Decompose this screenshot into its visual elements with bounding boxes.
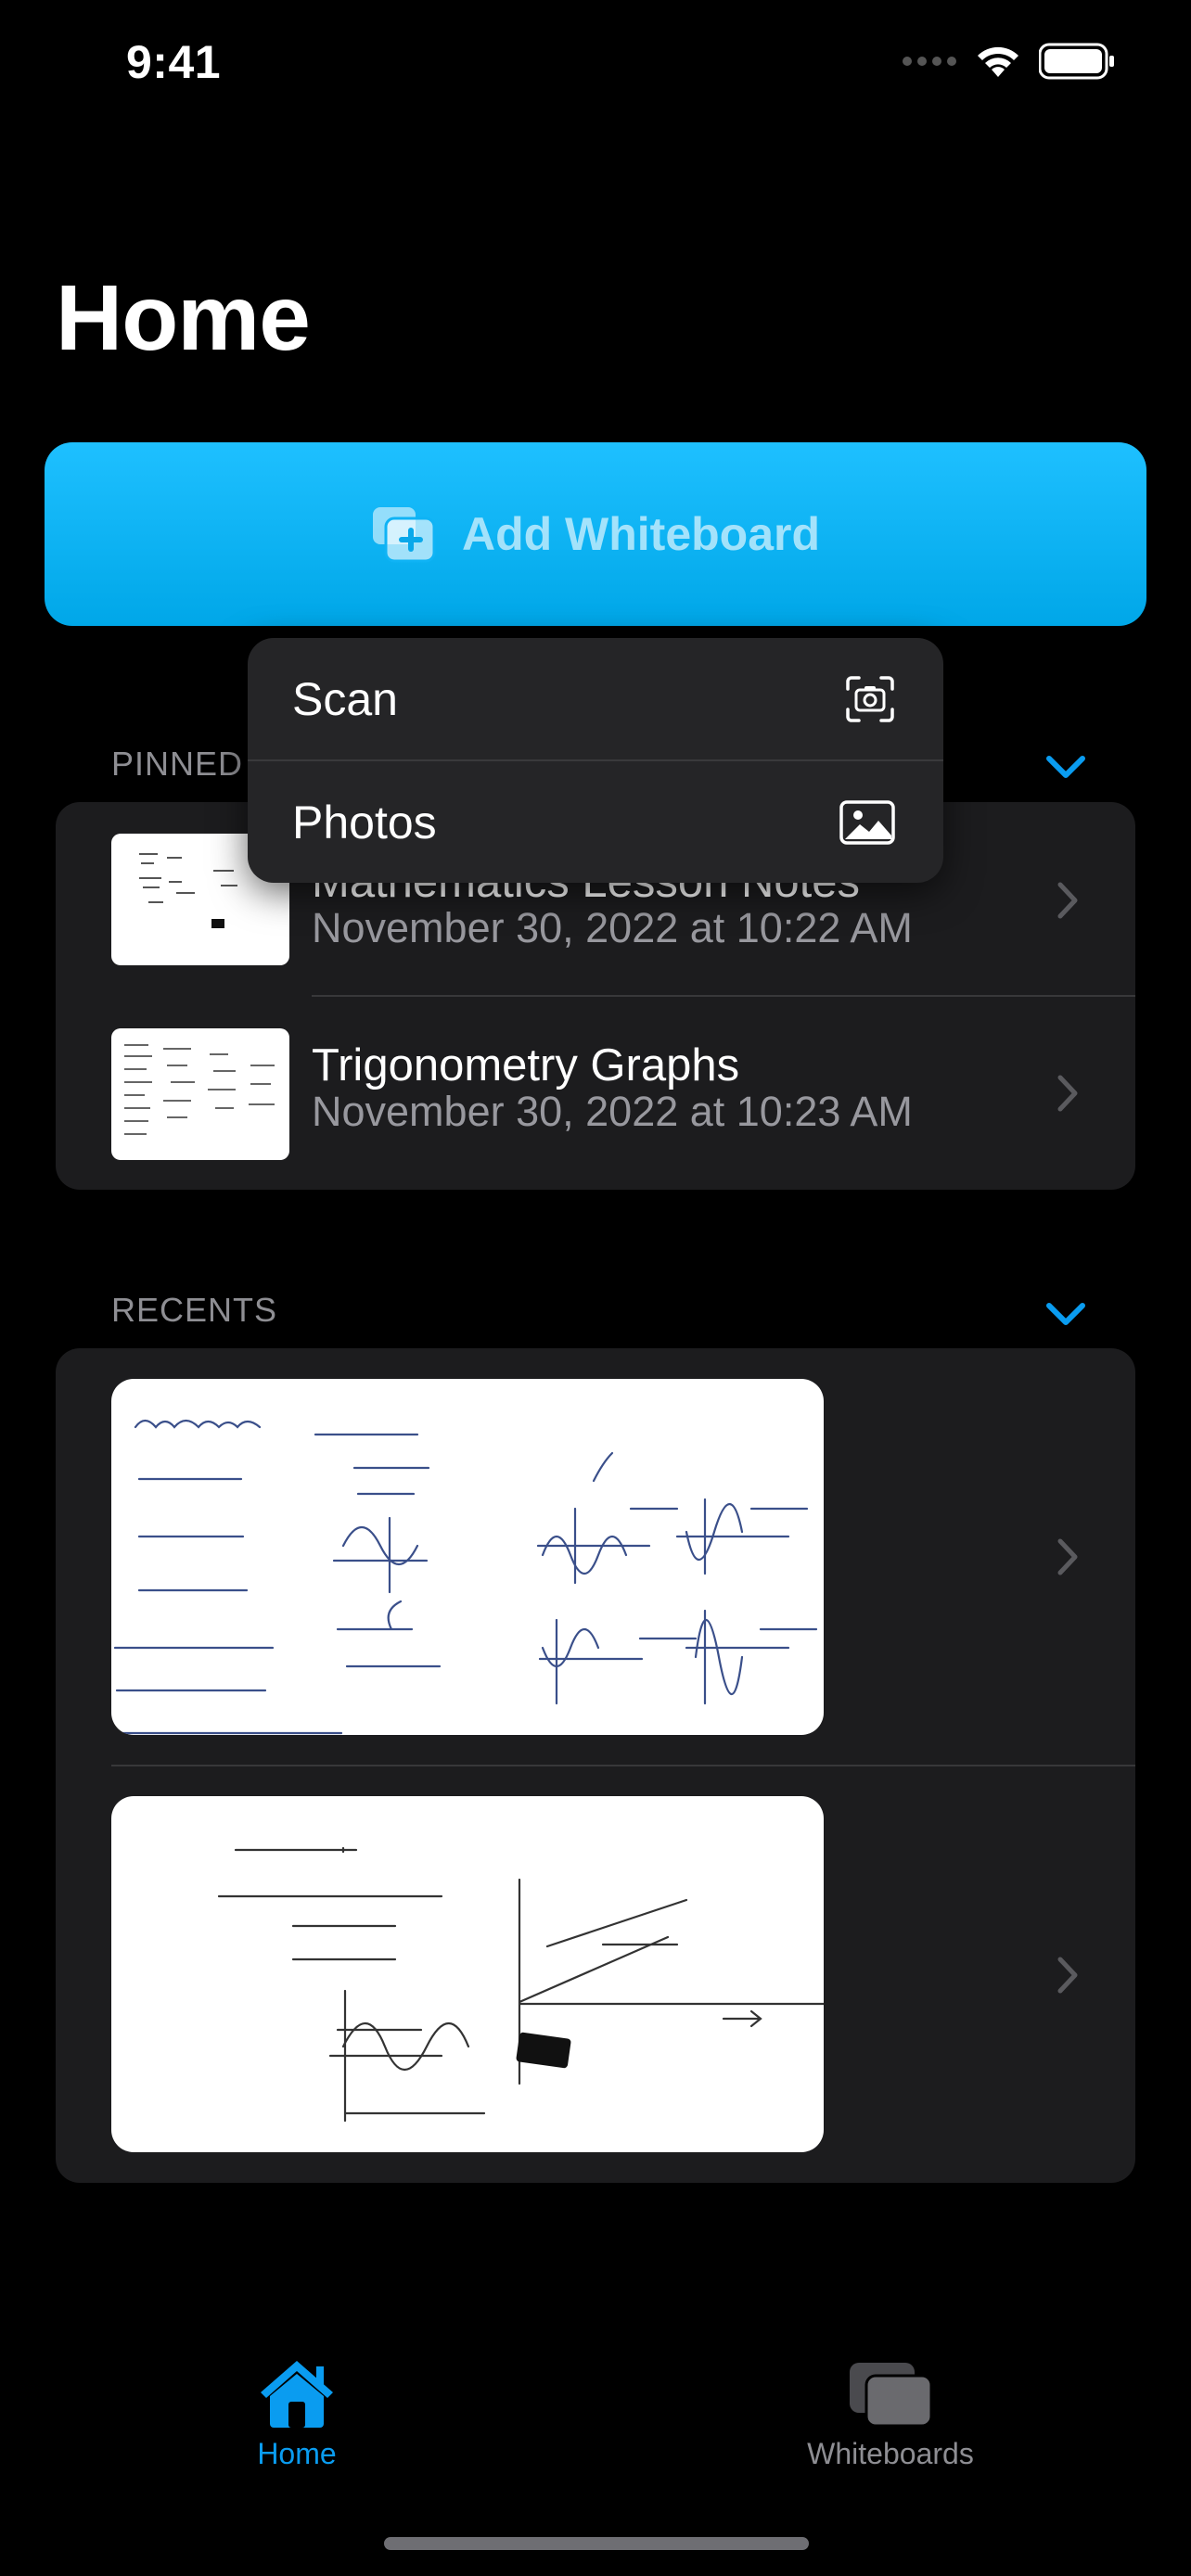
status-time: 9:41 <box>126 36 222 88</box>
recents-collapse-chevron-icon[interactable] <box>1044 1300 1087 1328</box>
pinned-item-date: November 30, 2022 at 10:23 AM <box>312 1088 913 1135</box>
whiteboard-thumbnail <box>111 1028 289 1160</box>
tab-home-label: Home <box>257 2437 337 2470</box>
pinned-item-date: November 30, 2022 at 10:22 AM <box>312 904 913 951</box>
list-item[interactable]: Trigonometry Graphs November 30, 2022 at… <box>56 997 1135 1190</box>
tab-home[interactable]: Home <box>223 2357 371 2471</box>
house-icon <box>261 2361 333 2428</box>
stacked-rectangles-icon <box>850 2363 933 2428</box>
chevron-right-icon <box>1057 1538 1078 1575</box>
photo-icon <box>839 799 895 845</box>
camera-viewfinder-icon <box>846 675 894 722</box>
add-whiteboard-button[interactable]: Add Whiteboard <box>45 442 1146 626</box>
list-item[interactable] <box>56 1348 1135 1766</box>
trigonometry-whiteboard-thumbnail <box>111 1379 824 1735</box>
add-whiteboard-icon <box>372 507 436 563</box>
quadratic-whiteboard-thumbnail <box>111 1796 824 2152</box>
menu-item-label: Photos <box>292 796 437 848</box>
menu-item-scan[interactable]: Scan <box>248 638 943 759</box>
whiteboard-sketch <box>113 1419 818 1735</box>
list-item[interactable] <box>56 1766 1135 2183</box>
menu-item-label: Scan <box>292 672 398 725</box>
chevron-right-icon <box>1057 1957 1078 1994</box>
wifi-icon <box>978 46 1018 77</box>
tab-whiteboards-label: Whiteboards <box>807 2437 974 2470</box>
whiteboard-sketch <box>124 1044 275 1135</box>
pinned-item-title: Trigonometry Graphs <box>312 1040 740 1090</box>
whiteboard-sketch <box>217 1846 824 2123</box>
add-whiteboard-label: Add Whiteboard <box>461 508 821 560</box>
menu-item-photos[interactable]: Photos <box>248 761 943 883</box>
add-whiteboard-menu: Scan Photos <box>248 638 943 883</box>
chevron-right-icon <box>1057 882 1078 919</box>
recents-list <box>56 1348 1135 2183</box>
recents-section-header: RECENTS <box>111 1291 278 1329</box>
page-title: Home <box>56 266 311 370</box>
tab-whiteboards[interactable]: Whiteboards <box>798 2361 983 2471</box>
chevron-right-icon <box>1057 1075 1078 1112</box>
pinned-collapse-chevron-icon[interactable] <box>1044 753 1087 781</box>
status-icons <box>902 43 1115 80</box>
home-indicator <box>384 2537 809 2550</box>
battery-icon <box>1039 43 1114 80</box>
pinned-section-header: PINNED <box>111 745 244 783</box>
cellular-signal-icon <box>903 57 956 66</box>
